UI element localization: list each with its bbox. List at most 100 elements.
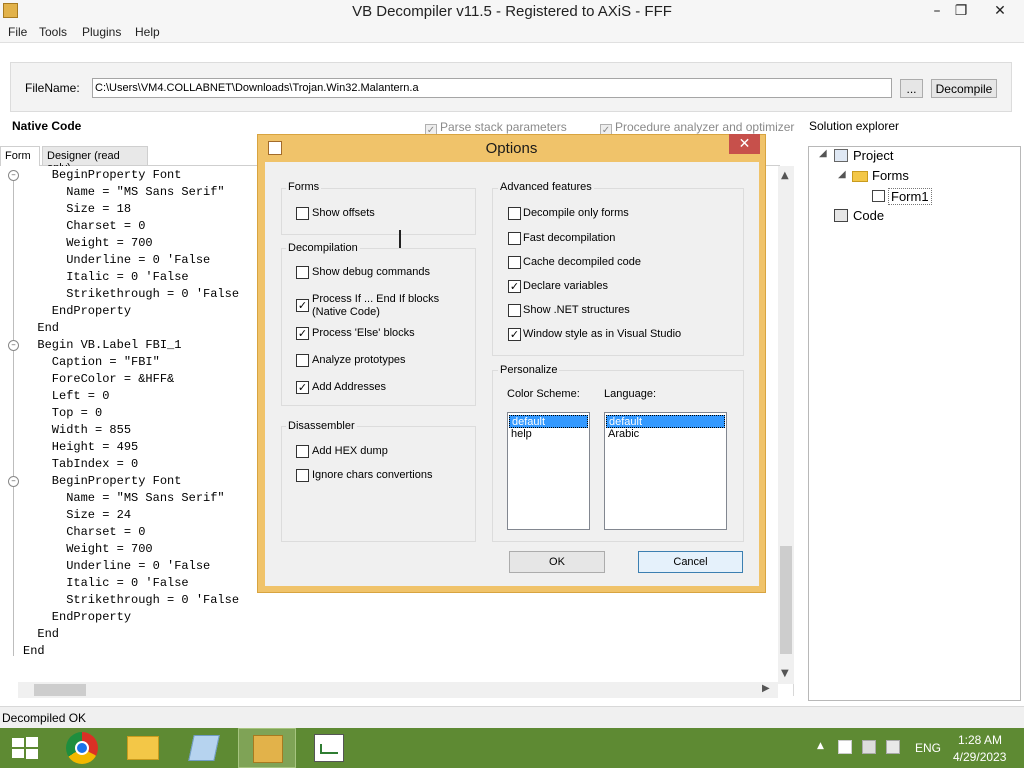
decompile-only-forms-checkbox[interactable] — [508, 207, 521, 220]
explorer-taskbar-button[interactable] — [114, 728, 172, 768]
native-code-label: Native Code — [12, 119, 82, 133]
show-net-checkbox[interactable] — [508, 304, 521, 317]
code-line: Left = 0 — [23, 389, 110, 403]
code-line: End — [23, 321, 60, 335]
fold-toggle-icon[interactable]: – — [8, 476, 19, 487]
scroll-up-icon[interactable]: ▲ — [781, 170, 789, 181]
code-line: Caption = "FBI" — [23, 355, 160, 369]
code-line: Width = 855 — [23, 423, 132, 437]
add-addresses-checkbox[interactable]: ✓ — [296, 381, 309, 394]
forms-group — [281, 188, 476, 235]
collapse-icon[interactable]: ◢ — [819, 148, 827, 159]
code-line: Weight = 700 — [23, 236, 153, 250]
process-if-label: Process If ... End If blocks — [312, 293, 440, 305]
close-icon[interactable]: ✕ — [985, 0, 1015, 22]
cache-code-checkbox[interactable] — [508, 256, 521, 269]
browse-button[interactable]: ... — [900, 79, 923, 98]
fast-decompilation-checkbox[interactable] — [508, 232, 521, 245]
show-offsets-checkbox[interactable] — [296, 207, 309, 220]
clock-time[interactable]: 1:28 AM — [958, 733, 1002, 747]
process-else-checkbox[interactable]: ✓ — [296, 327, 309, 340]
code-line: EndProperty — [23, 304, 132, 318]
code-line: Weight = 700 — [23, 542, 153, 556]
fold-toggle-icon[interactable]: – — [8, 340, 19, 351]
action-center-icon[interactable] — [838, 740, 852, 754]
horizontal-scrollbar[interactable]: ▶ — [18, 682, 778, 698]
start-windows-icon[interactable] — [12, 737, 38, 759]
cancel-button[interactable]: Cancel — [638, 551, 743, 573]
show-debug-checkbox[interactable] — [296, 266, 309, 279]
window-style-checkbox[interactable]: ✓ — [508, 328, 521, 341]
show-debug-label: Show debug commands — [312, 266, 431, 278]
folder-icon — [852, 171, 868, 182]
code-line: Size = 24 — [23, 508, 132, 522]
tree-item-project[interactable]: Project — [853, 148, 893, 163]
menu-help[interactable]: Help — [135, 25, 160, 39]
personalize-group-title: Personalize — [498, 364, 560, 376]
tree-item-form1[interactable]: Form1 — [888, 188, 932, 205]
tray-expand-icon[interactable]: ▲ — [817, 741, 824, 751]
declare-variables-checkbox[interactable]: ✓ — [508, 280, 521, 293]
code-line: Height = 495 — [23, 440, 139, 454]
code-line: BeginProperty Font — [23, 168, 182, 182]
analyze-prototypes-checkbox[interactable] — [296, 354, 309, 367]
code-line: Italic = 0 'False — [23, 270, 189, 284]
color-scheme-option[interactable]: help — [509, 428, 588, 441]
decompile-button[interactable]: Decompile — [931, 79, 997, 98]
cache-code-label: Cache decompiled code — [523, 256, 642, 268]
language-option[interactable]: default — [606, 415, 725, 428]
code-line: Charset = 0 — [23, 525, 146, 539]
scroll-down-icon[interactable]: ▼ — [781, 668, 789, 679]
cursor-icon — [399, 230, 401, 248]
horizontal-scroll-thumb[interactable] — [34, 684, 86, 696]
color-scheme-list[interactable]: default help — [507, 412, 590, 530]
scroll-right-icon[interactable]: ▶ — [762, 683, 770, 694]
menu-tools[interactable]: Tools — [39, 25, 67, 39]
project-icon — [834, 149, 848, 162]
language-label: Language: — [604, 388, 656, 400]
filename-input[interactable]: C:\Users\VM4.COLLABNET\Downloads\Trojan.… — [92, 78, 892, 98]
notepad-taskbar-button[interactable] — [175, 728, 233, 768]
keyboard-icon[interactable] — [862, 740, 876, 754]
code-line: Top = 0 — [23, 406, 103, 420]
tab-designer[interactable]: Designer (read only) — [42, 146, 148, 174]
ignore-chars-checkbox[interactable] — [296, 469, 309, 482]
vertical-scrollbar[interactable]: ▲ ▼ — [778, 166, 794, 684]
code-line: ForeColor = &HFF& — [23, 372, 175, 386]
clock-date[interactable]: 4/29/2023 — [953, 750, 1006, 764]
solution-tree[interactable] — [808, 146, 1021, 701]
language-indicator[interactable]: ENG — [915, 741, 941, 755]
filename-label: FileName: — [25, 81, 80, 95]
language-list[interactable]: default Arabic — [604, 412, 727, 530]
chart-app-taskbar-button[interactable] — [300, 728, 358, 768]
language-option[interactable]: Arabic — [606, 428, 725, 441]
analyze-prototypes-label: Analyze prototypes — [312, 354, 406, 366]
color-scheme-option[interactable]: default — [509, 415, 588, 428]
tab-form[interactable]: Form — [0, 146, 40, 166]
show-offsets-label: Show offsets — [312, 207, 375, 219]
chrome-taskbar-button[interactable] — [53, 728, 111, 768]
fold-toggle-icon[interactable]: – — [8, 170, 19, 181]
code-icon — [834, 209, 848, 222]
ignore-chars-label: Ignore chars convertions — [312, 469, 433, 481]
restore-icon[interactable]: ❐ — [946, 0, 976, 22]
volume-muted-icon[interactable] — [886, 740, 900, 754]
process-if-checkbox[interactable]: ✓ — [296, 299, 309, 312]
fast-decompilation-label: Fast decompilation — [523, 232, 616, 244]
status-bar — [0, 706, 1024, 728]
tree-item-forms[interactable]: Forms — [872, 168, 909, 183]
fold-guide — [13, 176, 14, 656]
dialog-title: Options — [485, 140, 538, 157]
code-line: Italic = 0 'False — [23, 576, 189, 590]
vb-decompiler-taskbar-button[interactable] — [238, 728, 296, 768]
declare-variables-label: Declare variables — [523, 280, 608, 292]
form-icon — [872, 190, 885, 202]
menu-file[interactable]: File — [8, 25, 27, 39]
ok-button[interactable]: OK — [509, 551, 605, 573]
dialog-close-button[interactable]: ✕ — [729, 134, 760, 154]
vertical-scroll-thumb[interactable] — [780, 546, 792, 654]
add-hex-dump-checkbox[interactable] — [296, 445, 309, 458]
collapse-icon[interactable]: ◢ — [838, 169, 846, 180]
menu-plugins[interactable]: Plugins — [82, 25, 121, 39]
tree-item-code[interactable]: Code — [853, 208, 884, 223]
